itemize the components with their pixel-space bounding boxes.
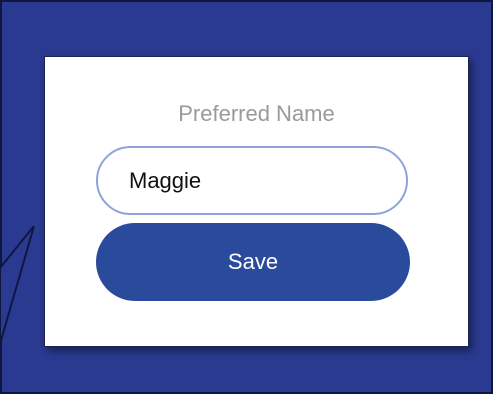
save-button[interactable]: Save	[96, 223, 410, 301]
preferred-name-label: Preferred Name	[178, 101, 335, 126]
name-card: Preferred Name Save	[44, 56, 469, 347]
preferred-name-input[interactable]	[96, 146, 408, 215]
